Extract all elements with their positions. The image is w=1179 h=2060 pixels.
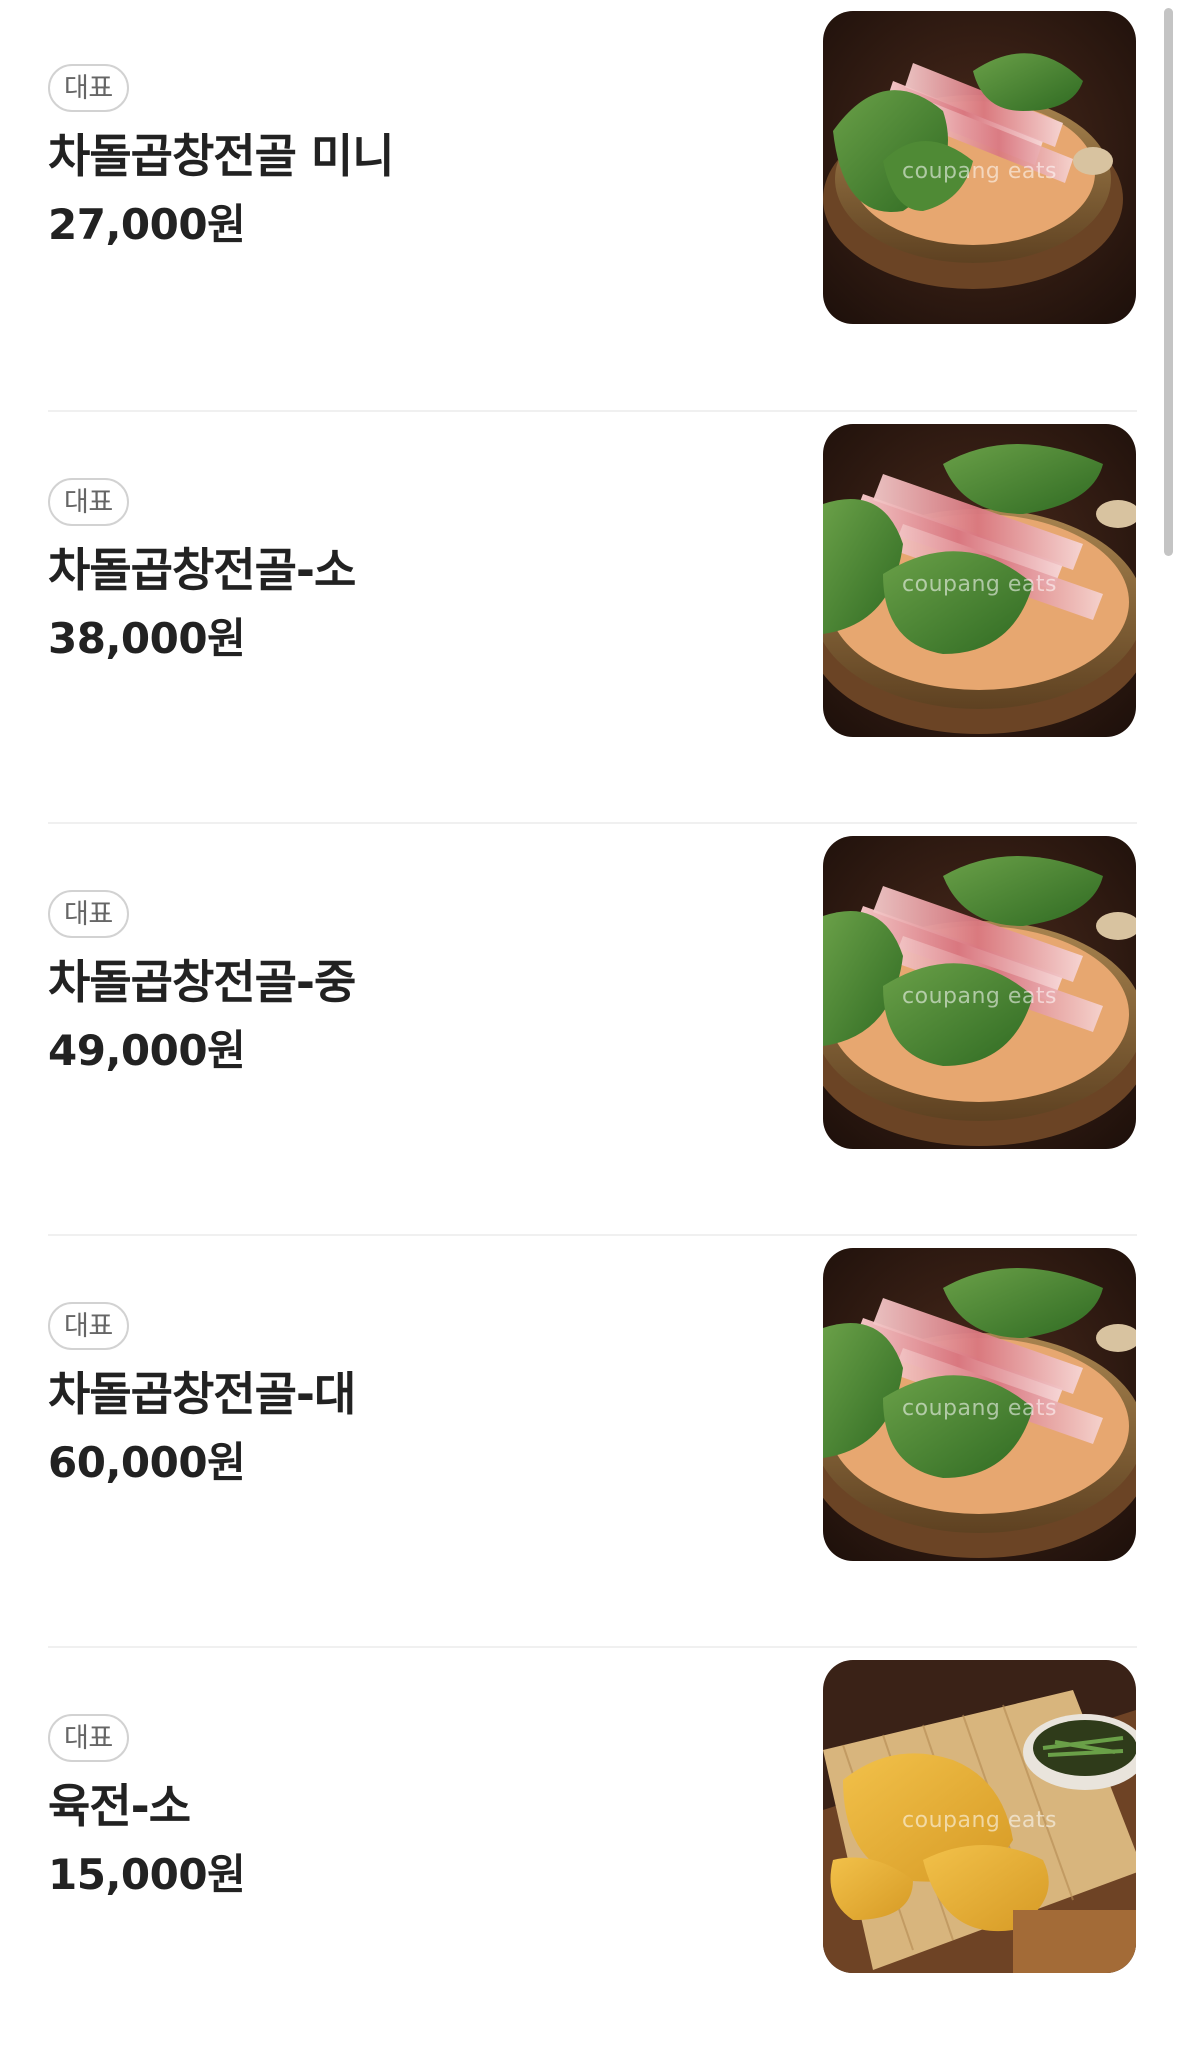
menu-item-name: 차돌곱창전골-소 bbox=[48, 543, 356, 597]
menu-item-photo[interactable]: coupang eats bbox=[823, 1660, 1136, 1973]
menu-item-name: 육전-소 bbox=[48, 1779, 191, 1833]
watermark-text: coupang eats bbox=[902, 159, 1057, 184]
menu-item-info: 대표 차돌곱창전골-대 60,000원 bbox=[48, 1302, 788, 1488]
scrollbar-thumb[interactable] bbox=[1164, 8, 1173, 556]
watermark-text: coupang eats bbox=[902, 984, 1057, 1009]
signature-badge: 대표 bbox=[48, 1714, 129, 1762]
menu-item-name: 차돌곱창전골 미니 bbox=[48, 129, 395, 183]
menu-item-name: 차돌곱창전골-중 bbox=[48, 955, 356, 1009]
menu-item-info: 대표 육전-소 15,000원 bbox=[48, 1714, 788, 1900]
menu-item-photo[interactable]: coupang eats bbox=[823, 836, 1136, 1149]
menu-item[interactable]: 대표 차돌곱창전골-대 60,000원 coupang eats bbox=[0, 1236, 1179, 1648]
menu-item[interactable]: 대표 육전-소 15,000원 coupang eats bbox=[0, 1648, 1179, 2060]
menu-item[interactable]: 대표 차돌곱창전골-중 49,000원 coupang eats bbox=[0, 824, 1179, 1236]
signature-badge: 대표 bbox=[48, 64, 129, 112]
menu-item[interactable]: 대표 차돌곱창전골 미니 27,000원 coupang eats bbox=[0, 0, 1179, 412]
menu-list: 대표 차돌곱창전골 미니 27,000원 coupang eats 대표 차돌곱… bbox=[0, 0, 1179, 2060]
menu-item-price: 27,000원 bbox=[48, 200, 246, 249]
menu-item-price: 15,000원 bbox=[48, 1850, 246, 1899]
menu-item-price: 60,000원 bbox=[48, 1438, 246, 1487]
menu-item-photo[interactable]: coupang eats bbox=[823, 11, 1136, 324]
menu-item-price: 38,000원 bbox=[48, 614, 246, 663]
menu-item-name: 차돌곱창전골-대 bbox=[48, 1367, 356, 1421]
menu-item[interactable]: 대표 차돌곱창전골-소 38,000원 coupang eats bbox=[0, 412, 1179, 824]
menu-item-info: 대표 차돌곱창전골 미니 27,000원 bbox=[48, 64, 788, 250]
signature-badge: 대표 bbox=[48, 1302, 129, 1350]
signature-badge: 대표 bbox=[48, 478, 129, 526]
menu-item-info: 대표 차돌곱창전골-소 38,000원 bbox=[48, 478, 788, 664]
menu-item-photo[interactable]: coupang eats bbox=[823, 1248, 1136, 1561]
menu-item-info: 대표 차돌곱창전골-중 49,000원 bbox=[48, 890, 788, 1076]
watermark-text: coupang eats bbox=[902, 1396, 1057, 1421]
watermark-text: coupang eats bbox=[902, 572, 1057, 597]
watermark-text: coupang eats bbox=[902, 1808, 1057, 1833]
signature-badge: 대표 bbox=[48, 890, 129, 938]
menu-item-photo[interactable]: coupang eats bbox=[823, 424, 1136, 737]
menu-item-price: 49,000원 bbox=[48, 1026, 246, 1075]
